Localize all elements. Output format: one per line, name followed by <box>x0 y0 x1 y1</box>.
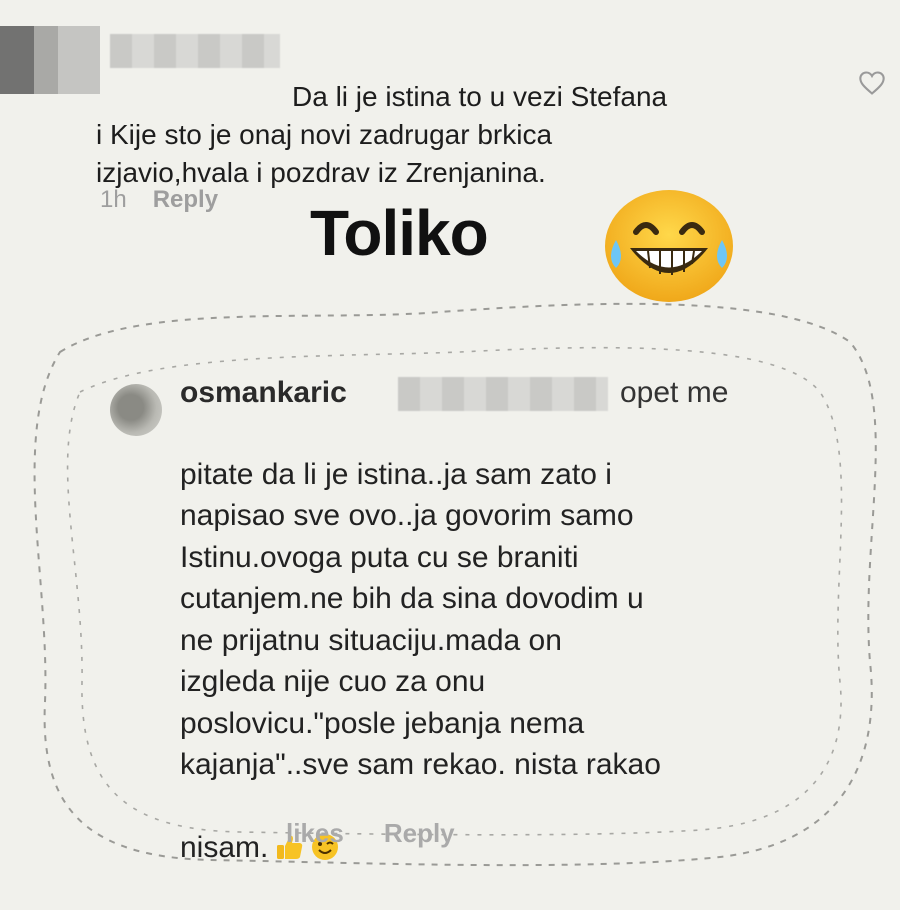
blurred-mention <box>398 377 608 411</box>
likes-count[interactable]: likes <box>286 818 344 848</box>
comment-screenshot: Da li je istina to u vezi Stefana i Kije… <box>0 0 900 867</box>
reply-comment-meta: likes Reply <box>286 818 455 849</box>
caption-text: Toliko <box>310 197 489 269</box>
heart-icon[interactable] <box>858 70 886 96</box>
reply-button[interactable]: Reply <box>153 186 218 213</box>
reply-lead-text: opet me <box>620 376 729 409</box>
reply-last-line: nisam. <box>180 831 269 864</box>
reply-button-bottom[interactable]: Reply <box>384 818 455 848</box>
commenter-avatar[interactable] <box>110 384 162 436</box>
top-commenter-avatar[interactable] <box>0 26 100 94</box>
commenter-username[interactable]: osmankaric <box>180 376 347 410</box>
top-comment-text: Da li je istina to u vezi Stefana i Kije… <box>96 81 668 188</box>
reply-comment-text: pitate da li je istina..ja sam zato i na… <box>180 457 661 865</box>
top-comment-meta: 1h Reply <box>100 186 218 214</box>
timestamp: 1h <box>100 186 127 213</box>
